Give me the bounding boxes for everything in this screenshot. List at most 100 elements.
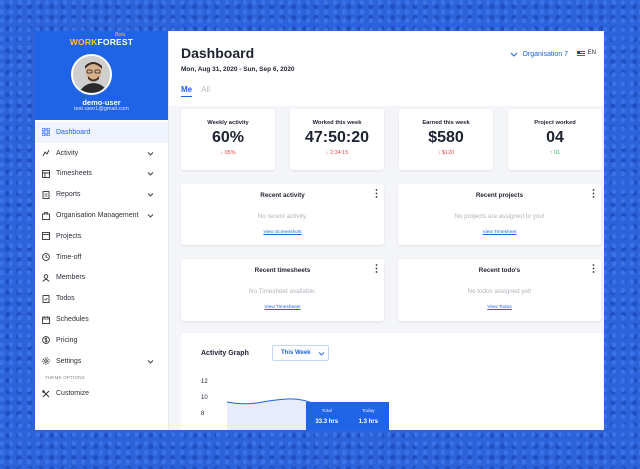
todos-icon <box>41 294 50 303</box>
stat-card-project-worked: Project worked 04 ↑ 01 <box>508 109 602 170</box>
sidebar-item-settings[interactable]: Settings <box>35 351 168 372</box>
logo-work-text: WORK <box>69 37 98 47</box>
date-range: Mon, Aug 31, 2020 - Sun, Sep 6, 2020 <box>181 66 295 73</box>
sidebar-item-label: Activity <box>56 149 79 157</box>
sidebar-item-label: Pricing <box>56 336 78 344</box>
chevron-down-icon <box>318 351 324 356</box>
stat-delta: ↓ 2:34:15 <box>290 150 384 156</box>
tooltip-today-label: Today <box>361 409 375 414</box>
activity-graph-card: Activity Graph This Week 12 10 8 Total 3… <box>181 333 603 430</box>
stat-delta-value: $120 <box>442 150 455 156</box>
grid-icon <box>41 128 50 137</box>
recent-timesheets-panel: Recent timesheets No Timesheet available… <box>181 259 384 321</box>
organisation-icon <box>41 211 50 220</box>
members-icon <box>41 273 50 282</box>
sidebar-item-label: Settings <box>56 357 82 365</box>
sidebar-item-organisation-management[interactable]: Organisation Management <box>35 205 168 226</box>
stat-card-worked-this-week: Worked this week 47:50:20 ↓ 2:34:15 <box>290 109 384 170</box>
panel-empty-message: No recent activity. <box>257 213 308 220</box>
sidebar-item-members[interactable]: Members <box>35 268 168 289</box>
sidebar-item-customize[interactable]: Customize <box>35 384 168 405</box>
panel-title: Recent todo's <box>478 267 521 274</box>
stat-delta-value: 05% <box>224 150 236 156</box>
projects-icon <box>41 232 50 241</box>
stat-label: Weekly activity <box>207 120 249 126</box>
tooltip-today: Today 1.3 hrs <box>348 402 390 430</box>
sidebar-item-label: Customize <box>56 390 90 398</box>
sidebar-profile-header: WORKFOREST Beta demo-user test.user1@gma… <box>35 31 168 120</box>
logo-forest-text: FOREST <box>97 37 134 47</box>
view-todos-link[interactable]: View Todos <box>398 305 601 310</box>
sidebar-item-schedules[interactable]: Schedules <box>35 309 168 330</box>
stat-delta: ↑ 01 <box>508 150 602 156</box>
more-vertical-icon[interactable] <box>375 264 378 273</box>
sidebar-item-label: Projects <box>56 232 82 240</box>
more-vertical-icon[interactable] <box>592 189 595 198</box>
stat-value: 60% <box>211 129 245 146</box>
sidebar-item-label: Timesheets <box>56 170 92 178</box>
user-email: test.user1@gmail.com <box>74 106 129 112</box>
sidebar-item-time-off[interactable]: Time-off <box>35 247 168 268</box>
timesheet-icon <box>41 169 50 178</box>
panel-title: Recent activity <box>260 192 305 199</box>
panel-empty-message: No todos assigned yet! <box>467 288 532 295</box>
chevron-down-icon[interactable] <box>147 358 154 365</box>
app-window: WORKFOREST Beta demo-user test.user1@gma… <box>35 31 604 430</box>
tab-me[interactable]: Me <box>181 85 193 97</box>
chevron-down-icon <box>511 52 518 57</box>
sidebar: WORKFOREST Beta demo-user test.user1@gma… <box>35 31 169 430</box>
organisation-selector[interactable]: Organisation 7 <box>510 50 568 58</box>
sidebar-item-label: Dashboard <box>56 128 91 136</box>
chevron-down-icon[interactable] <box>147 150 154 157</box>
organisation-name: Organisation 7 <box>522 50 568 58</box>
sidebar-item-label: Time-off <box>56 253 82 261</box>
activity-icon <box>41 149 50 158</box>
sidebar-item-label: Organisation Management <box>56 212 139 220</box>
panel-empty-message: No projects are assigned to you! <box>454 213 545 220</box>
sidebar-nav: Dashboard Activity Timesheets Reports Or… <box>35 120 168 404</box>
sidebar-item-projects[interactable]: Projects <box>35 226 168 247</box>
chevron-down-icon[interactable] <box>147 170 154 177</box>
recent-projects-panel: Recent projects No projects are assigned… <box>398 184 601 245</box>
panel-title: Recent projects <box>475 192 524 199</box>
tooltip-today-value: 1.3 hrs <box>358 419 378 425</box>
pricing-icon <box>41 336 50 345</box>
panel-empty-message: No Timesheet available. <box>248 288 317 295</box>
range-select-value: This Week <box>281 350 311 356</box>
range-select[interactable]: This Week <box>272 345 329 361</box>
recent-todos-panel: Recent todo's No todos assigned yet! Vie… <box>398 259 601 321</box>
sidebar-item-activity[interactable]: Activity <box>35 143 168 164</box>
tab-all[interactable]: All <box>201 85 210 97</box>
sidebar-item-label: Todos <box>56 295 75 303</box>
tooltip-total-label: Total <box>321 409 332 414</box>
view-timesheets-link[interactable]: View Timesheets <box>181 305 384 310</box>
avatar[interactable] <box>71 54 112 95</box>
app-logo[interactable]: WORKFOREST <box>35 37 168 47</box>
sidebar-item-timesheets[interactable]: Timesheets <box>35 164 168 185</box>
sidebar-item-reports[interactable]: Reports <box>35 184 168 205</box>
view-screenshots-link[interactable]: View Screenshots <box>181 230 384 235</box>
tooltip-total-value: 33.3 hrs <box>315 419 339 425</box>
view-tabs: Me All <box>181 85 210 97</box>
stat-delta: ↓ $120 <box>399 150 493 156</box>
main-content: Dashboard Mon, Aug 31, 2020 - Sun, Sep 6… <box>169 31 604 430</box>
view-timesheet-link[interactable]: View Timesheet <box>398 230 601 235</box>
panel-title: Recent timesheets <box>254 267 311 274</box>
sidebar-item-todos[interactable]: Todos <box>35 288 168 309</box>
time-off-icon <box>41 253 50 262</box>
sidebar-item-pricing[interactable]: Pricing <box>35 330 168 351</box>
tooltip-total: Total 33.3 hrs <box>306 402 348 430</box>
calendar-icon <box>41 315 50 324</box>
language-selector[interactable]: EN <box>576 50 596 56</box>
sidebar-item-label: Reports <box>56 191 81 199</box>
sidebar-item-label: Members <box>56 274 86 282</box>
chevron-down-icon[interactable] <box>147 212 154 219</box>
more-vertical-icon[interactable] <box>375 189 378 198</box>
stat-delta-value: 2:34:15 <box>329 150 349 156</box>
stat-delta: ↓ 05% <box>181 150 275 156</box>
more-vertical-icon[interactable] <box>592 264 595 273</box>
report-icon <box>41 190 50 199</box>
us-flag-icon <box>576 50 585 56</box>
chevron-down-icon[interactable] <box>147 191 154 198</box>
sidebar-item-dashboard[interactable]: Dashboard <box>35 122 168 143</box>
